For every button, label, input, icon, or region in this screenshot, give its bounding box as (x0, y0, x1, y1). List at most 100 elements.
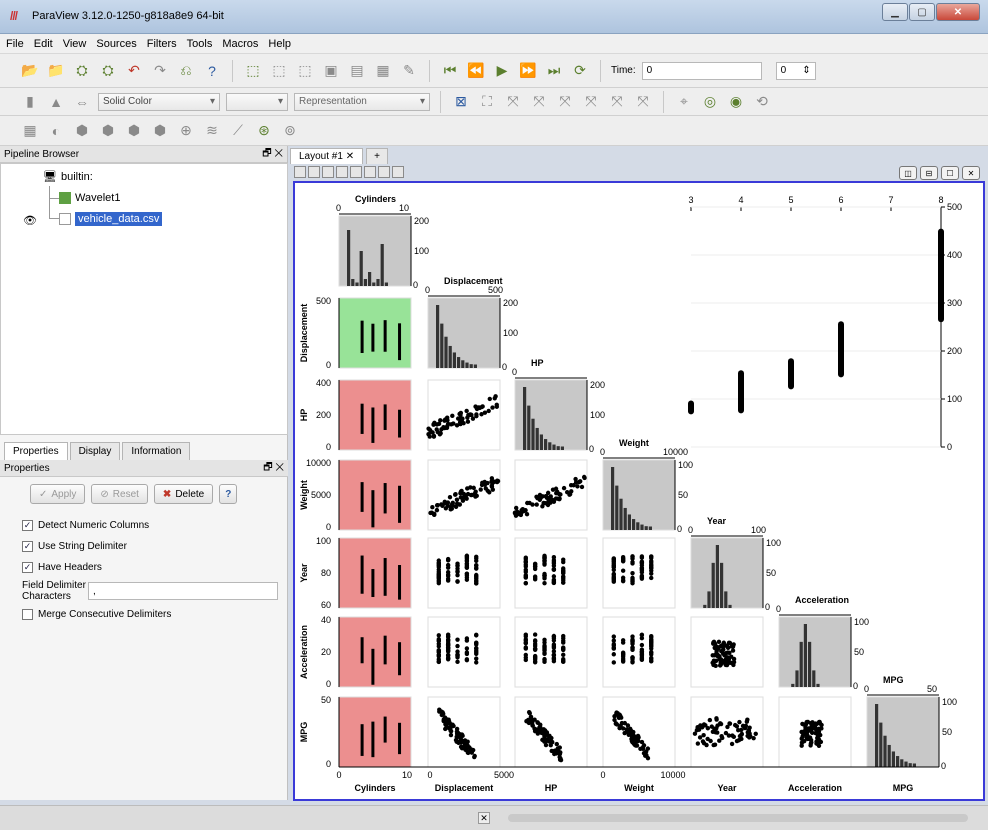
menu-help[interactable]: Help (268, 38, 291, 50)
pipeline-item-wavelet[interactable]: Wavelet1 (59, 192, 120, 204)
close-tab-icon[interactable]: ✕ (346, 151, 354, 162)
next-frame-icon[interactable]: ⏩ (518, 61, 538, 81)
stream-tracer-icon[interactable]: ≋ (202, 121, 222, 141)
menu-view[interactable]: View (63, 38, 87, 50)
view-plus-x-icon[interactable]: ⤧ (503, 92, 523, 112)
pipeline-item-csv[interactable]: vehicle_data.csv (59, 212, 163, 226)
connect-icon[interactable]: ⛭ (72, 61, 92, 81)
eye-icon[interactable]: 👁 (23, 214, 37, 227)
select-points-icon[interactable]: ⬚ (269, 61, 289, 81)
warp-icon[interactable]: ⟋ (228, 121, 248, 141)
play-icon[interactable]: ▶ (492, 61, 512, 81)
maximize-button[interactable]: ▢ (909, 3, 935, 21)
view-minus-z-icon[interactable]: ⤧ (633, 92, 653, 112)
reset-center-icon[interactable]: ◉ (726, 92, 746, 112)
view-tool-icon[interactable] (336, 166, 348, 178)
float-icon[interactable]: 🗗 (262, 148, 271, 159)
tab-display[interactable]: Display (69, 442, 121, 460)
delete-button[interactable]: ✖ Delete (153, 484, 214, 504)
menu-sources[interactable]: Sources (96, 38, 136, 50)
have-headers-checkbox[interactable]: ✓ Have Headers (22, 562, 102, 573)
zoom-to-data-icon[interactable]: ⛶ (477, 92, 497, 112)
view-minus-y-icon[interactable]: ⤧ (581, 92, 601, 112)
new-layout-tab-button[interactable]: + (366, 148, 388, 164)
representation-select[interactable]: Representation ▾ (294, 92, 430, 111)
component-select[interactable]: ▾ (226, 92, 288, 111)
time-index-spinbox[interactable]: 0 ⇕ (775, 61, 816, 80)
render-view[interactable]: 200 100 0 Cylinders 0 10 200 100 0 Displacement 0 5… (293, 181, 985, 801)
contour-icon[interactable]: ◐ (46, 121, 66, 141)
string-delimiter-checkbox[interactable]: ✓ Use String Delimiter (22, 541, 127, 552)
menu-macros[interactable]: Macros (222, 38, 258, 50)
loop-icon[interactable]: ⟳ (570, 61, 590, 81)
group-datasets-icon[interactable]: ⊛ (254, 121, 274, 141)
close-panel-icon[interactable]: ✕ (275, 462, 284, 473)
slice-icon[interactable]: ⬢ (98, 121, 118, 141)
extract-level-icon[interactable]: ⊚ (280, 121, 300, 141)
reset-button[interactable]: ⊘ Reset (91, 484, 148, 504)
last-frame-icon[interactable]: ⏭ (544, 61, 564, 81)
glyph-icon[interactable]: ⊕ (176, 121, 196, 141)
undo-icon[interactable]: ↶ (124, 61, 144, 81)
first-frame-icon[interactable]: ⏮ (440, 61, 460, 81)
close-button[interactable]: ✕ (936, 3, 980, 21)
center-axes-icon[interactable]: ⌖ (674, 92, 694, 112)
camera-undo-icon[interactable]: ⎌ (176, 61, 196, 81)
delimiter-input[interactable]: , (88, 582, 278, 600)
status-icon[interactable]: ✕ (478, 812, 490, 824)
view-tool-icon[interactable] (322, 166, 334, 178)
open-icon[interactable]: 📂 (20, 61, 40, 81)
extract-subset-icon[interactable]: ⬢ (150, 121, 170, 141)
help-icon[interactable]: ? (202, 61, 222, 81)
view-minus-x-icon[interactable]: ⤧ (529, 92, 549, 112)
select-cells-icon[interactable]: ⬚ (243, 61, 263, 81)
open-folder-icon[interactable]: 📁 (46, 61, 66, 81)
grow-selection-icon[interactable]: ▦ (373, 61, 393, 81)
threshold-icon[interactable]: ⬢ (124, 121, 144, 141)
previous-frame-icon[interactable]: ⏪ (466, 61, 486, 81)
close-panel-icon[interactable]: ✕ (274, 148, 283, 159)
rescale-icon[interactable]: ⇔ (72, 92, 92, 112)
close-view-icon[interactable]: ✕ (962, 166, 980, 180)
tab-information[interactable]: Information (122, 442, 191, 460)
select-block-icon[interactable]: ▣ (321, 61, 341, 81)
tab-properties[interactable]: Properties (4, 442, 68, 460)
interactive-select-icon[interactable]: ▤ (347, 61, 367, 81)
pick-center-icon[interactable]: ⟲ (752, 92, 772, 112)
scatter-plot-matrix[interactable]: 2001000Cylinders0 102001000Displacement0 5… (295, 183, 983, 799)
float-icon[interactable]: 🗗 (263, 462, 272, 473)
edit-color-map-icon[interactable]: ▲ (46, 92, 66, 112)
view-plus-z-icon[interactable]: ⤧ (607, 92, 627, 112)
tab-layout-1[interactable]: Layout #1 ✕ (290, 148, 364, 164)
disconnect-icon[interactable]: ⛭ (98, 61, 118, 81)
clear-selection-icon[interactable]: ✎ (399, 61, 419, 81)
split-horizontal-icon[interactable]: ◫ (899, 166, 917, 180)
color-legend-icon[interactable]: ▮ (20, 92, 40, 112)
pipeline-root[interactable]: 🖥 builtin: (43, 170, 93, 184)
minimize-button[interactable]: ▁ (882, 3, 908, 21)
view-tool-icon[interactable] (364, 166, 376, 178)
menu-edit[interactable]: Edit (34, 38, 53, 50)
menu-tools[interactable]: Tools (187, 38, 213, 50)
select-frustum-icon[interactable]: ⬚ (295, 61, 315, 81)
reset-camera-icon[interactable]: ⊠ (451, 92, 471, 112)
time-input[interactable]: 0 (641, 61, 762, 80)
redo-icon[interactable]: ↷ (150, 61, 170, 81)
split-vertical-icon[interactable]: ⊟ (920, 166, 938, 180)
menu-filters[interactable]: Filters (147, 38, 177, 50)
view-tool-icon[interactable] (308, 166, 320, 178)
view-tool-icon[interactable] (294, 166, 306, 178)
view-tool-icon[interactable] (350, 166, 362, 178)
help-button[interactable]: ? (219, 484, 238, 504)
color-by-select[interactable]: Solid Color ▾ (98, 92, 220, 111)
view-plus-y-icon[interactable]: ⤧ (555, 92, 575, 112)
calculator-icon[interactable]: ▦ (20, 121, 40, 141)
menu-file[interactable]: File (6, 38, 24, 50)
apply-button[interactable]: ✓ Apply (30, 484, 86, 504)
merge-delimiters-checkbox[interactable]: Merge Consecutive Delimiters (22, 609, 171, 620)
view-tool-icon[interactable] (378, 166, 390, 178)
maximize-view-icon[interactable]: ☐ (941, 166, 959, 180)
detect-numeric-checkbox[interactable]: ✓ Detect Numeric Columns (22, 520, 149, 531)
view-tool-icon[interactable] (392, 166, 404, 178)
show-center-icon[interactable]: ◎ (700, 92, 720, 112)
